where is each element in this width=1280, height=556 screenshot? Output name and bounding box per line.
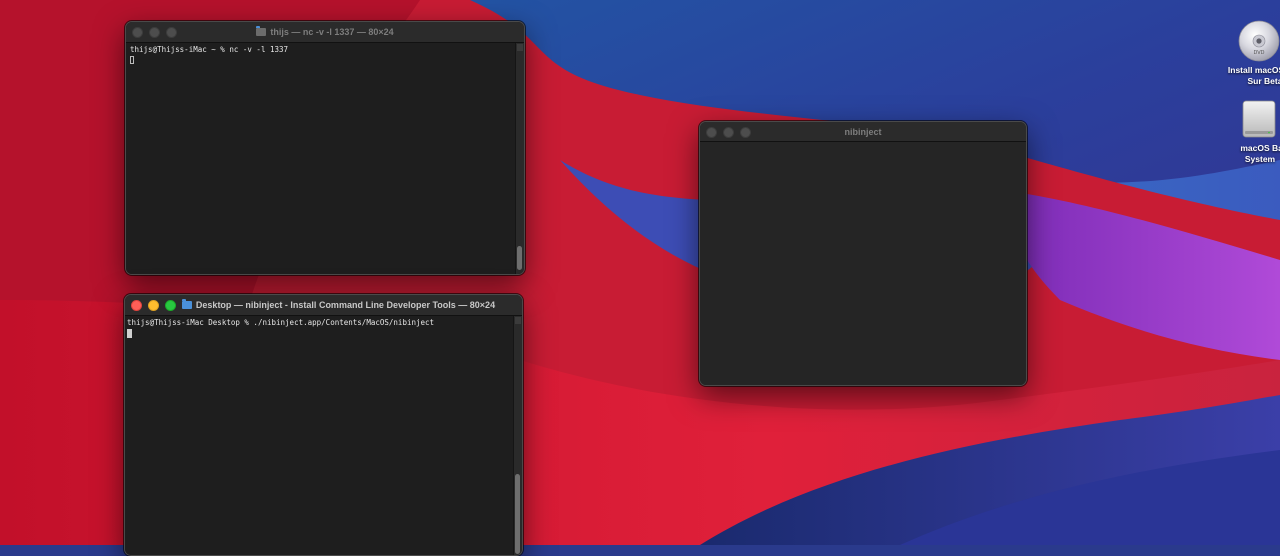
nibinject-content-area [700, 142, 1026, 385]
terminal-output[interactable]: thijs@Thijss-iMac Desktop % ./nibinject.… [125, 316, 522, 555]
terminal-window-nc[interactable]: thijs — nc -v -l 1337 — 80×24 thijs@Thij… [125, 21, 525, 275]
terminal-output[interactable]: thijs@Thijss-iMac ~ % nc -v -l 1337 [126, 43, 524, 274]
terminal-titlebar[interactable]: Desktop — nibinject - Install Command Li… [125, 295, 522, 316]
dvd-disc-icon: DVD [1238, 20, 1280, 62]
minimize-button[interactable] [723, 127, 734, 138]
zoom-button[interactable] [740, 127, 751, 138]
prompt-line: thijs@Thijss-iMac ~ % nc -v -l 1337 [130, 45, 289, 54]
scroll-up-arrow-icon[interactable] [515, 317, 521, 324]
scroll-thumb[interactable] [517, 246, 522, 270]
window-title: Desktop — nibinject - Install Command Li… [195, 300, 496, 310]
nibinject-titlebar[interactable]: nibinject [700, 122, 1026, 142]
close-button[interactable] [131, 300, 142, 311]
terminal-window-nibinject[interactable]: Desktop — nibinject - Install Command Li… [124, 294, 523, 556]
zoom-button[interactable] [165, 300, 176, 311]
desktop-item-label: macOS Bas System [1240, 143, 1280, 164]
zoom-button[interactable] [166, 27, 177, 38]
scrollbar[interactable] [513, 316, 522, 555]
window-title: thijs — nc -v -l 1337 — 80×24 [270, 27, 394, 37]
scroll-up-arrow-icon[interactable] [517, 44, 523, 51]
desktop-item-install-macos[interactable]: DVD Install macOS Sur Beta [1220, 20, 1280, 87]
desktop-item-label: Install macOS Sur Beta [1227, 65, 1280, 86]
minimize-button[interactable] [149, 27, 160, 38]
close-button[interactable] [132, 27, 143, 38]
close-button[interactable] [706, 127, 717, 138]
folder-icon [181, 299, 192, 309]
folder-icon [256, 26, 267, 36]
window-title: nibinject [844, 126, 882, 137]
terminal-titlebar[interactable]: thijs — nc -v -l 1337 — 80×24 [126, 22, 524, 43]
minimize-button[interactable] [148, 300, 159, 311]
scroll-thumb[interactable] [515, 474, 520, 554]
scrollbar[interactable] [515, 43, 524, 274]
prompt-line: thijs@Thijss-iMac Desktop % ./nibinject.… [127, 318, 435, 327]
nibinject-window[interactable]: nibinject [699, 121, 1027, 386]
text-cursor [130, 56, 134, 64]
svg-text:DVD: DVD [1253, 50, 1264, 56]
desktop-item-macos-base-system[interactable]: macOS Bas System [1222, 97, 1280, 165]
text-cursor [127, 329, 132, 338]
hard-disk-icon [1242, 100, 1276, 138]
